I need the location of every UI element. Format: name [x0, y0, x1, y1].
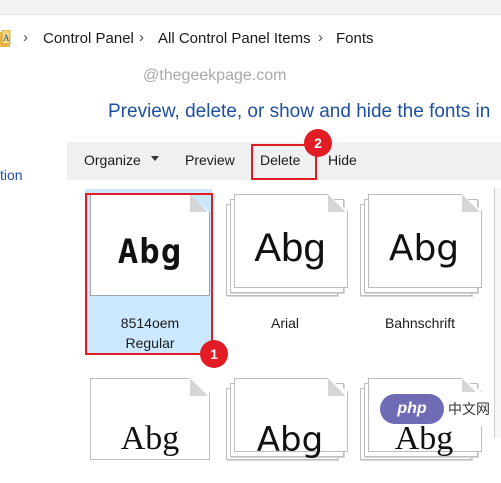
next-column-tile-edge [494, 188, 501, 438]
page-heading: Preview, delete, or show and hide the fo… [108, 101, 491, 122]
font-tile[interactable]: Abg [90, 378, 210, 483]
chevron-down-icon[interactable] [151, 156, 159, 161]
window-top-strip [0, 0, 501, 15]
chevron-right-icon: › [23, 29, 28, 46]
font-sample: Abg [254, 226, 326, 270]
breadcrumb-fonts[interactable]: Fonts [336, 30, 374, 47]
svg-text:A: A [3, 33, 10, 43]
font-tile-bahnschrift[interactable]: Abg [358, 194, 482, 299]
font-name: Arial [270, 315, 299, 331]
font-sample: Abg [120, 420, 180, 457]
step-badge-1: 1 [200, 340, 228, 368]
page-fold [328, 378, 346, 396]
chevron-right-icon: › [139, 29, 144, 46]
font-sample: Abg [256, 420, 324, 460]
folder-icon: A [0, 30, 11, 47]
page-fold [328, 194, 346, 212]
organize-button[interactable]: Organize [84, 152, 141, 168]
font-sample: Abg [388, 228, 460, 269]
font-tile[interactable]: Abg [224, 378, 348, 483]
font-name: Bahnschrift [384, 315, 456, 331]
preview-button[interactable]: Preview [185, 152, 235, 168]
page-fold [190, 378, 208, 396]
breadcrumb-all-control-panel-items[interactable]: All Control Panel Items [158, 30, 311, 47]
chevron-right-icon: › [318, 29, 323, 46]
php-watermark-text: 中文网 [448, 401, 490, 417]
hide-button[interactable]: Hide [328, 152, 357, 168]
step-badge-2: 2 [304, 129, 332, 157]
page-fold [462, 194, 480, 212]
font-highlight-box [85, 193, 213, 355]
font-tile-arial[interactable]: Abg [224, 194, 348, 299]
site-watermark: @thegeekpage.com [143, 67, 287, 84]
breadcrumb-control-panel[interactable]: Control Panel [43, 30, 134, 47]
php-logo: php [380, 394, 444, 424]
left-pane-link[interactable]: tion [0, 167, 23, 183]
